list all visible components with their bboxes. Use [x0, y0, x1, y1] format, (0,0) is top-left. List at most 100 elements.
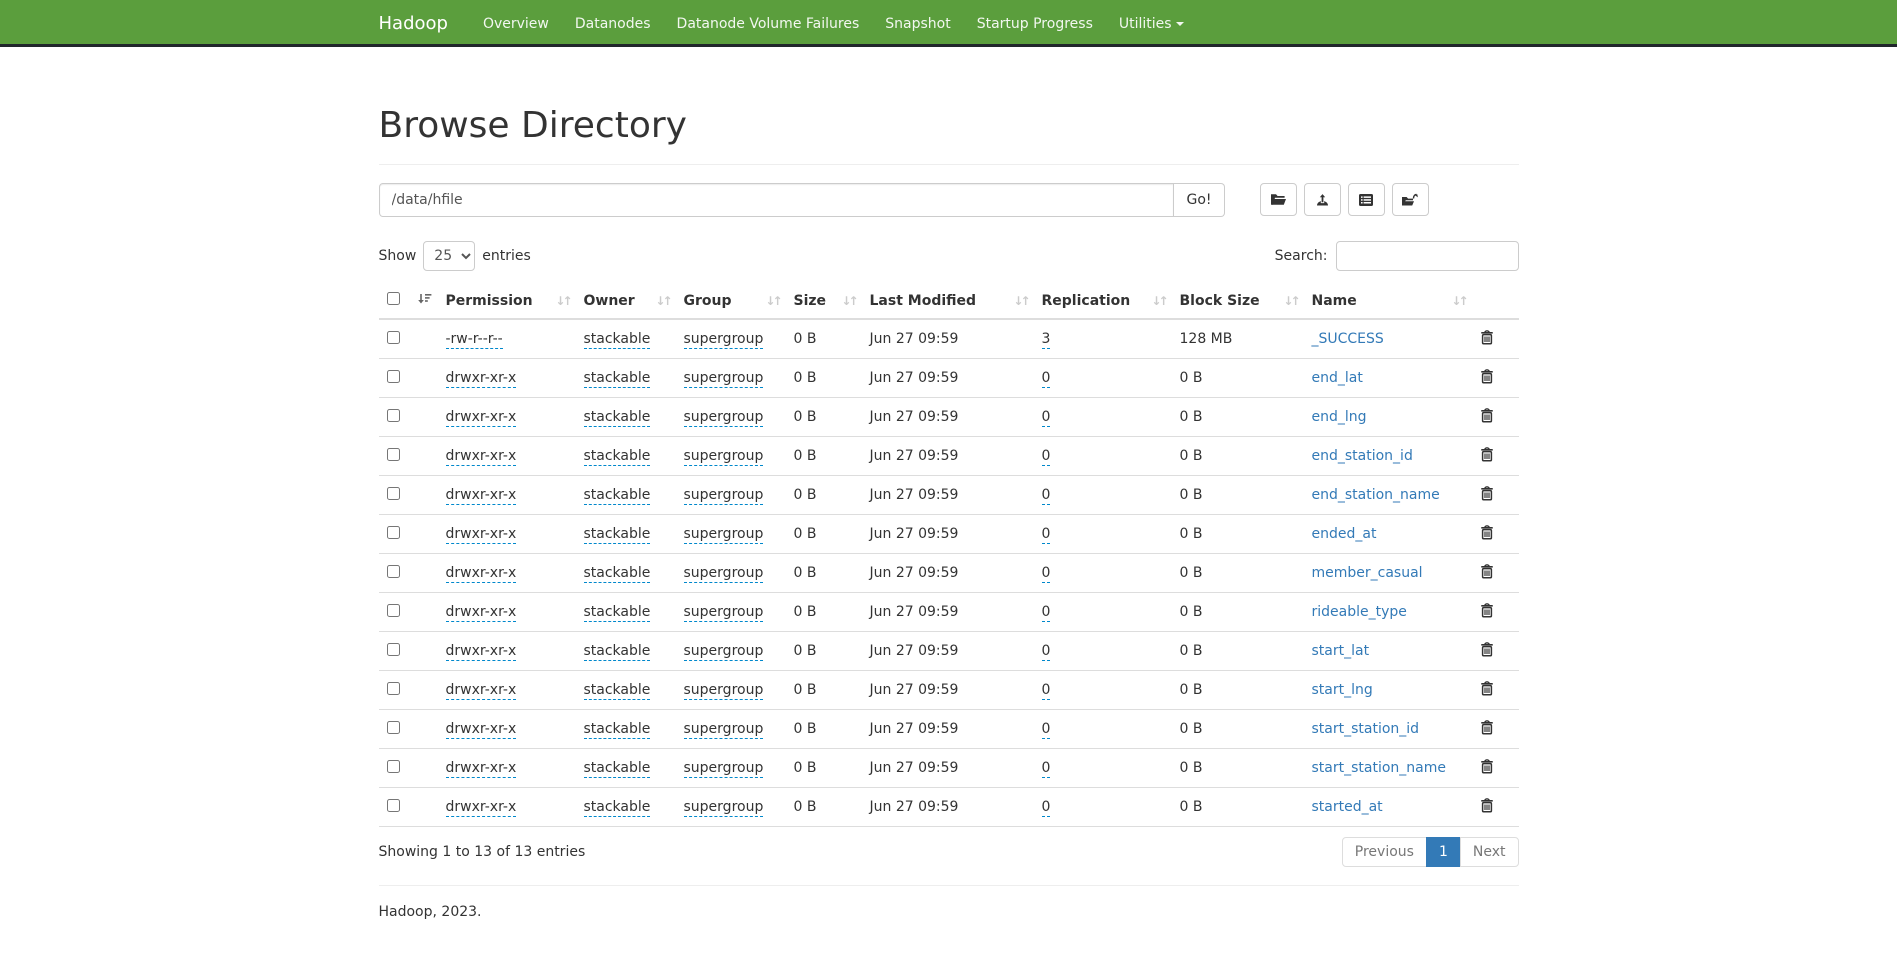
permission-value[interactable]: -rw-r--r--	[446, 331, 503, 349]
delete-button[interactable]	[1480, 563, 1494, 582]
permission-value[interactable]: drwxr-xr-x	[446, 409, 517, 427]
file-name-link[interactable]: rideable_type	[1312, 604, 1407, 620]
owner-value[interactable]: stackable	[584, 565, 651, 583]
owner-value[interactable]: stackable	[584, 643, 651, 661]
row-checkbox[interactable]	[387, 604, 400, 617]
delete-button[interactable]	[1480, 329, 1494, 348]
column-header-size[interactable]: Size↓↑	[786, 283, 862, 319]
file-list-button[interactable]	[1348, 183, 1385, 216]
permission-value[interactable]: drwxr-xr-x	[446, 721, 517, 739]
permission-value[interactable]: drwxr-xr-x	[446, 526, 517, 544]
owner-value[interactable]: stackable	[584, 604, 651, 622]
file-name-link[interactable]: started_at	[1312, 799, 1383, 815]
permission-value[interactable]: drwxr-xr-x	[446, 643, 517, 661]
permission-value[interactable]: drwxr-xr-x	[446, 448, 517, 466]
permission-value[interactable]: drwxr-xr-x	[446, 487, 517, 505]
permission-value[interactable]: drwxr-xr-x	[446, 760, 517, 778]
owner-value[interactable]: stackable	[584, 760, 651, 778]
column-header-owner[interactable]: Owner↓↑	[576, 283, 676, 319]
replication-value[interactable]: 0	[1042, 682, 1051, 700]
row-checkbox[interactable]	[387, 760, 400, 773]
group-value[interactable]: supergroup	[684, 604, 764, 622]
column-header-group[interactable]: Group↓↑	[676, 283, 786, 319]
upload-files-button[interactable]	[1304, 183, 1341, 216]
column-header-last-modified[interactable]: Last Modified↓↑	[862, 283, 1034, 319]
delete-button[interactable]	[1480, 680, 1494, 699]
replication-value[interactable]: 0	[1042, 526, 1051, 544]
column-header-block-size[interactable]: Block Size↓↑	[1172, 283, 1304, 319]
search-input[interactable]	[1336, 241, 1519, 271]
row-checkbox[interactable]	[387, 370, 400, 383]
delete-button[interactable]	[1480, 524, 1494, 543]
replication-value[interactable]: 0	[1042, 370, 1051, 388]
owner-value[interactable]: stackable	[584, 448, 651, 466]
create-directory-button[interactable]	[1260, 183, 1297, 216]
directory-path-input[interactable]	[379, 183, 1175, 217]
delete-button[interactable]	[1480, 407, 1494, 426]
file-name-link[interactable]: end_lng	[1312, 409, 1367, 425]
file-name-link[interactable]: start_station_name	[1312, 760, 1447, 776]
delete-button[interactable]	[1480, 446, 1494, 465]
owner-value[interactable]: stackable	[584, 370, 651, 388]
file-name-link[interactable]: start_lat	[1312, 643, 1370, 659]
select-all-checkbox[interactable]	[387, 292, 400, 305]
group-value[interactable]: supergroup	[684, 331, 764, 349]
replication-value[interactable]: 0	[1042, 760, 1051, 778]
row-checkbox[interactable]	[387, 448, 400, 461]
delete-button[interactable]	[1480, 485, 1494, 504]
row-checkbox[interactable]	[387, 526, 400, 539]
delete-button[interactable]	[1480, 368, 1494, 387]
select-all-header[interactable]	[379, 283, 438, 319]
column-header-permission[interactable]: Permission↓↑	[438, 283, 576, 319]
file-name-link[interactable]: _SUCCESS	[1312, 331, 1384, 347]
group-value[interactable]: supergroup	[684, 721, 764, 739]
file-name-link[interactable]: member_casual	[1312, 565, 1423, 581]
replication-value[interactable]: 0	[1042, 448, 1051, 466]
group-value[interactable]: supergroup	[684, 448, 764, 466]
replication-value[interactable]: 0	[1042, 604, 1051, 622]
permission-value[interactable]: drwxr-xr-x	[446, 370, 517, 388]
group-value[interactable]: supergroup	[684, 760, 764, 778]
replication-value[interactable]: 0	[1042, 565, 1051, 583]
permission-value[interactable]: drwxr-xr-x	[446, 604, 517, 622]
owner-value[interactable]: stackable	[584, 721, 651, 739]
column-header-replication[interactable]: Replication↓↑	[1034, 283, 1172, 319]
group-value[interactable]: supergroup	[684, 565, 764, 583]
permission-value[interactable]: drwxr-xr-x	[446, 799, 517, 817]
owner-value[interactable]: stackable	[584, 331, 651, 349]
row-checkbox[interactable]	[387, 487, 400, 500]
delete-button[interactable]	[1480, 641, 1494, 660]
permission-value[interactable]: drwxr-xr-x	[446, 682, 517, 700]
group-value[interactable]: supergroup	[684, 643, 764, 661]
group-value[interactable]: supergroup	[684, 409, 764, 427]
file-name-link[interactable]: ended_at	[1312, 526, 1377, 542]
replication-value[interactable]: 0	[1042, 799, 1051, 817]
replication-value[interactable]: 3	[1042, 331, 1051, 349]
group-value[interactable]: supergroup	[684, 487, 764, 505]
delete-button[interactable]	[1480, 797, 1494, 816]
owner-value[interactable]: stackable	[584, 409, 651, 427]
permission-value[interactable]: drwxr-xr-x	[446, 565, 517, 583]
replication-value[interactable]: 0	[1042, 487, 1051, 505]
delete-button[interactable]	[1480, 758, 1494, 777]
page-size-select[interactable]: 25	[423, 241, 475, 271]
delete-button[interactable]	[1480, 719, 1494, 738]
group-value[interactable]: supergroup	[684, 370, 764, 388]
file-name-link[interactable]: start_lng	[1312, 682, 1373, 698]
group-value[interactable]: supergroup	[684, 682, 764, 700]
owner-value[interactable]: stackable	[584, 526, 651, 544]
replication-value[interactable]: 0	[1042, 721, 1051, 739]
row-checkbox[interactable]	[387, 565, 400, 578]
column-header-name[interactable]: Name↓↑	[1304, 283, 1472, 319]
replication-value[interactable]: 0	[1042, 643, 1051, 661]
file-name-link[interactable]: end_lat	[1312, 370, 1363, 386]
row-checkbox[interactable]	[387, 721, 400, 734]
delete-button[interactable]	[1480, 602, 1494, 621]
row-checkbox[interactable]	[387, 799, 400, 812]
go-button[interactable]: Go!	[1174, 183, 1224, 217]
brand-hadoop[interactable]: Hadoop	[379, 13, 448, 34]
file-name-link[interactable]: end_station_id	[1312, 448, 1413, 464]
owner-value[interactable]: stackable	[584, 487, 651, 505]
owner-value[interactable]: stackable	[584, 799, 651, 817]
row-checkbox[interactable]	[387, 331, 400, 344]
